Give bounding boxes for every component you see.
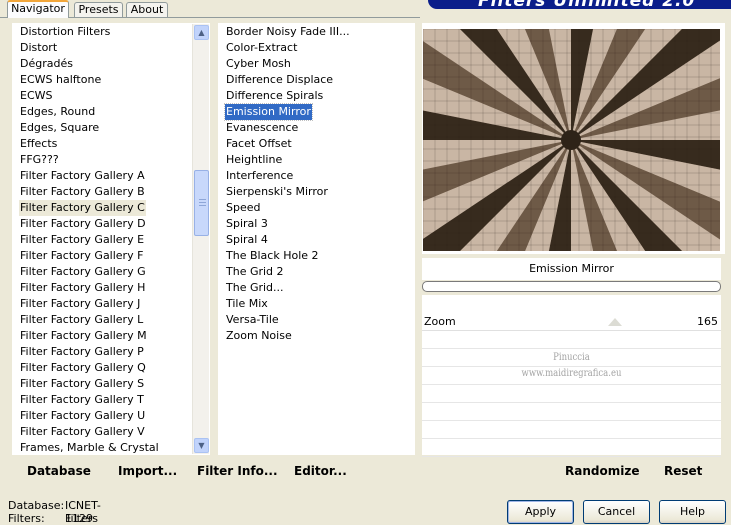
- filter-item[interactable]: Difference Displace: [225, 72, 334, 88]
- category-item[interactable]: Filter Factory Gallery S: [19, 376, 145, 392]
- filter-item[interactable]: Cyber Mosh: [225, 56, 292, 72]
- filter-item[interactable]: Tile Mix: [225, 296, 269, 312]
- filter-item[interactable]: Border Noisy Fade III...: [225, 24, 351, 40]
- scroll-up-button[interactable]: ▲: [194, 25, 209, 40]
- zoom-slider-row[interactable]: Zoom 165: [422, 312, 721, 331]
- category-item[interactable]: Effects: [19, 136, 58, 152]
- product-banner: Filters Unlimited 2.0: [428, 0, 731, 9]
- randomize-link[interactable]: Randomize: [565, 464, 639, 478]
- scroll-down-button[interactable]: ▼: [194, 438, 209, 453]
- help-button[interactable]: Help: [659, 500, 726, 524]
- category-item[interactable]: Filter Factory Gallery P: [19, 344, 145, 360]
- control-row-8[interactable]: [422, 440, 721, 457]
- filter-item[interactable]: Emission Mirror: [224, 103, 313, 121]
- category-item[interactable]: ECWS: [19, 88, 54, 104]
- category-item[interactable]: Filter Factory Gallery D: [19, 216, 147, 232]
- category-item[interactable]: Filter Factory Gallery E: [19, 232, 145, 248]
- banner-title: Filters Unlimited 2.0: [478, 0, 695, 9]
- filter-name-label: Emission Mirror: [422, 258, 721, 280]
- category-item[interactable]: Filter Factory Gallery H: [19, 280, 146, 296]
- right-action-bar: Randomize Reset: [422, 458, 725, 484]
- filter-item[interactable]: Spiral 4: [225, 232, 269, 248]
- status-filters: Filters: 1129: [8, 512, 93, 525]
- tab-presets[interactable]: Presets: [74, 2, 123, 18]
- category-item[interactable]: Distort: [19, 40, 58, 56]
- preview-image: [423, 29, 720, 251]
- watermark-line-2: www.maidiregrafica.eu: [521, 368, 622, 379]
- category-item[interactable]: Filter Factory Gallery F: [19, 248, 144, 264]
- filter-list[interactable]: Border Noisy Fade III... Color-Extract Cyb…: [218, 23, 415, 455]
- category-item[interactable]: Filter Factory Gallery T: [19, 392, 145, 408]
- watermark: Pinuccia www.maidiregrafica.eu: [444, 350, 698, 382]
- zoom-value: 165: [697, 315, 718, 328]
- category-item[interactable]: Filter Factory Gallery B: [19, 184, 146, 200]
- database-label: Database:: [8, 499, 65, 512]
- category-item[interactable]: ECWS halftone: [19, 72, 102, 88]
- tab-navigator[interactable]: Navigator: [7, 0, 69, 18]
- filter-item[interactable]: Versa-Tile: [225, 312, 280, 328]
- scroll-thumb[interactable]: [194, 170, 209, 236]
- filter-item[interactable]: Difference Spirals: [225, 88, 324, 104]
- filter-item[interactable]: Interference: [225, 168, 294, 184]
- category-item[interactable]: Distortion Filters: [19, 24, 111, 40]
- control-row-7[interactable]: [422, 422, 721, 439]
- filter-item[interactable]: Color-Extract: [225, 40, 298, 56]
- category-item[interactable]: Filter Factory Gallery C: [19, 200, 146, 216]
- tab-about[interactable]: About: [126, 2, 168, 18]
- category-item[interactable]: Filter Factory Gallery G: [19, 264, 147, 280]
- watermark-line-1: Pinuccia: [553, 352, 590, 363]
- reset-link[interactable]: Reset: [664, 464, 702, 478]
- filter-item[interactable]: Heightline: [225, 152, 283, 168]
- emission-mirror-preview: [423, 29, 720, 251]
- filter-item[interactable]: Facet Offset: [225, 136, 293, 152]
- filter-info-link[interactable]: Filter Info...: [197, 464, 278, 478]
- progress-bar: [422, 281, 721, 292]
- category-item[interactable]: Edges, Square: [19, 120, 100, 136]
- filter-item[interactable]: Speed: [225, 200, 261, 216]
- cancel-button[interactable]: Cancel: [583, 500, 650, 524]
- category-item[interactable]: Filter Factory Gallery M: [19, 328, 148, 344]
- preview-panel: [422, 23, 725, 254]
- category-item[interactable]: Filter Factory Gallery L: [19, 312, 144, 328]
- filter-item[interactable]: Zoom Noise: [225, 328, 293, 344]
- category-item[interactable]: Filter Factory Gallery A: [19, 168, 146, 184]
- category-item[interactable]: Dégradés: [19, 56, 74, 72]
- control-row-2[interactable]: [422, 332, 721, 349]
- category-item[interactable]: Edges, Round: [19, 104, 96, 120]
- category-item[interactable]: Filter Factory Gallery Q: [19, 360, 147, 376]
- editor-link[interactable]: Editor...: [294, 464, 347, 478]
- zoom-label: Zoom: [424, 315, 456, 328]
- filter-controls: Zoom 165 Pinuccia www.maidiregrafica.eu: [422, 295, 721, 457]
- filter-item[interactable]: The Grid...: [225, 280, 285, 296]
- category-list[interactable]: Distortion Filters Distort Dégradés ECWS ha…: [12, 23, 210, 455]
- filter-item[interactable]: The Grid 2: [225, 264, 285, 280]
- category-item[interactable]: Frames, Marble & Crystal: [19, 440, 160, 456]
- category-item[interactable]: Filter Factory Gallery J: [19, 296, 141, 312]
- category-item[interactable]: FFG???: [19, 152, 60, 168]
- filter-item[interactable]: Sierpenski's Mirror: [225, 184, 329, 200]
- category-item[interactable]: Filter Factory Gallery U: [19, 408, 146, 424]
- category-scrollbar[interactable]: ▲ ▼: [192, 24, 209, 454]
- filter-item[interactable]: Evanescence: [225, 120, 299, 136]
- control-row-6[interactable]: [422, 404, 721, 421]
- database-link[interactable]: Database: [27, 464, 91, 478]
- filter-item[interactable]: The Black Hole 2: [225, 248, 320, 264]
- category-item[interactable]: Filter Factory Gallery V: [19, 424, 146, 440]
- filters-label: Filters:: [8, 512, 45, 525]
- status-database: Database: ICNET-Filters: [8, 499, 101, 525]
- import-link[interactable]: Import...: [118, 464, 177, 478]
- control-row-5[interactable]: [422, 386, 721, 403]
- zoom-slider-thumb[interactable]: [608, 318, 622, 326]
- left-action-bar: Database Import... Filter Info... Editor…: [12, 458, 415, 484]
- filter-item[interactable]: Spiral 3: [225, 216, 269, 232]
- apply-button[interactable]: Apply: [507, 500, 574, 524]
- filters-count: 1129: [65, 512, 93, 525]
